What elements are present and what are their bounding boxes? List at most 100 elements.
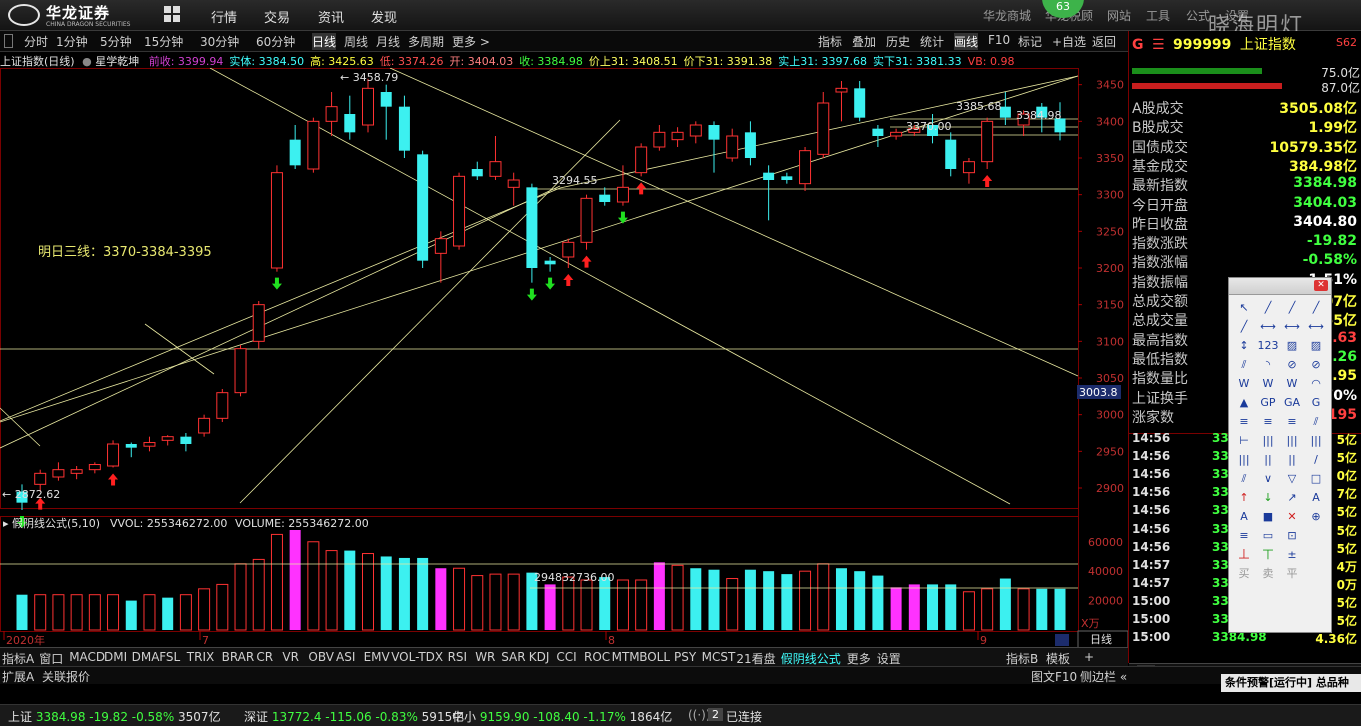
tool-8[interactable]: 返回: [1092, 33, 1116, 50]
period-3[interactable]: 15分钟: [144, 33, 183, 50]
tabs-right-2[interactable]: +: [1084, 650, 1094, 664]
menu-tools[interactable]: 工具: [1146, 7, 1170, 24]
tool-5[interactable]: F10: [988, 33, 1010, 47]
draw-tool-icon[interactable]: [1304, 564, 1328, 583]
ext-f10[interactable]: 图文F10: [1031, 668, 1077, 685]
indicator-tab-13[interactable]: VOL-TDX: [391, 650, 443, 664]
indicator-tab-8[interactable]: CR: [256, 650, 273, 664]
ext-related[interactable]: 关联报价: [42, 668, 90, 685]
index-status-1[interactable]: 深证 13772.4 -115.06 -0.83% 5915亿: [244, 708, 464, 725]
draw-tool-icon[interactable]: |||: [1232, 450, 1256, 469]
indicator-tab-11[interactable]: ASI: [336, 650, 355, 664]
draw-tool-icon[interactable]: ≡: [1232, 412, 1256, 431]
draw-tool-icon[interactable]: 123: [1256, 336, 1280, 355]
tool-1[interactable]: 叠加: [852, 33, 876, 50]
draw-tool-icon[interactable]: W: [1256, 374, 1280, 393]
tool-6[interactable]: 标记: [1018, 33, 1042, 50]
indicator-tab-5[interactable]: FSL: [159, 650, 180, 664]
draw-tool-icon[interactable]: ╱: [1280, 298, 1304, 317]
menu-market[interactable]: 行情: [211, 7, 237, 26]
period-7[interactable]: 周线: [344, 33, 368, 50]
draw-tool-icon[interactable]: □: [1304, 469, 1328, 488]
draw-tool-icon[interactable]: ⊕: [1304, 507, 1328, 526]
period-0[interactable]: 分时: [24, 33, 48, 50]
draw-tool-icon[interactable]: ≡: [1280, 412, 1304, 431]
draw-tool-icon[interactable]: ✕: [1280, 507, 1304, 526]
condition-alert[interactable]: 条件预警[运行中] 总品种: [1221, 674, 1361, 692]
draw-tool-icon[interactable]: [1304, 545, 1328, 564]
draw-tool-icon[interactable]: ◠: [1304, 374, 1328, 393]
indicator-tab-12[interactable]: EMV: [364, 650, 390, 664]
indicator-tab-4[interactable]: DMA: [132, 650, 160, 664]
draw-tool-icon[interactable]: ⟷: [1304, 317, 1328, 336]
draw-tool-icon[interactable]: [1304, 526, 1328, 545]
indicator-tab-18[interactable]: CCI: [556, 650, 576, 664]
draw-tool-icon[interactable]: ⊘: [1304, 355, 1328, 374]
draw-tool-icon[interactable]: 丅: [1256, 545, 1280, 564]
ext-sidebar[interactable]: 侧边栏 «: [1080, 668, 1127, 685]
indicator-tab-1[interactable]: 窗口: [39, 650, 63, 667]
draw-tool-icon[interactable]: ||: [1280, 450, 1304, 469]
menu-discover[interactable]: 发现: [371, 7, 397, 26]
draw-tool-icon[interactable]: ⊡: [1280, 526, 1304, 545]
indicator-tab-6[interactable]: TRIX: [187, 650, 214, 664]
draw-tool-icon[interactable]: ╱: [1256, 298, 1280, 317]
period-4[interactable]: 30分钟: [200, 33, 239, 50]
draw-tool-icon[interactable]: ⫽: [1232, 355, 1256, 374]
draw-tool-icon[interactable]: 平: [1280, 564, 1304, 583]
draw-tool-icon[interactable]: ≡: [1232, 526, 1256, 545]
menu-news[interactable]: 资讯: [318, 7, 344, 26]
indicator-tab-9[interactable]: VR: [282, 650, 299, 664]
menu-mall[interactable]: 华龙商城: [983, 7, 1031, 24]
draw-tool-icon[interactable]: ±: [1280, 545, 1304, 564]
menu-formula[interactable]: 公式: [1186, 7, 1210, 24]
indicator-tab-21[interactable]: BOLL: [639, 650, 670, 664]
draw-tool-icon[interactable]: ▭: [1256, 526, 1280, 545]
tool-0[interactable]: 指标: [818, 33, 842, 50]
draw-tool-icon[interactable]: ▽: [1280, 469, 1304, 488]
draw-tool-icon[interactable]: |||: [1280, 431, 1304, 450]
menu-trade[interactable]: 交易: [264, 7, 290, 26]
ext-a[interactable]: 扩展A: [2, 668, 34, 685]
draw-tool-icon[interactable]: A: [1232, 507, 1256, 526]
draw-tool-icon[interactable]: 卖: [1256, 564, 1280, 583]
period-1[interactable]: 1分钟: [56, 33, 88, 50]
draw-tool-icon[interactable]: 丄: [1232, 545, 1256, 564]
draw-tool-icon[interactable]: G: [1304, 393, 1328, 412]
draw-tool-icon[interactable]: ◝: [1256, 355, 1280, 374]
tool-7[interactable]: +自选: [1052, 33, 1086, 50]
indicator-tab-24[interactable]: 21看盘: [736, 650, 775, 667]
period-10[interactable]: 更多 >: [452, 33, 490, 50]
indicator-tab-25[interactable]: 假阴线公式: [781, 650, 841, 667]
index-status-2[interactable]: 中小 9159.90 -108.40 -1.17% 1864亿: [452, 708, 672, 725]
draw-tool-icon[interactable]: W: [1280, 374, 1304, 393]
indicator-tab-27[interactable]: 设置: [877, 650, 901, 667]
indicator-tab-14[interactable]: RSI: [448, 650, 468, 664]
stock-code[interactable]: 999999: [1173, 37, 1231, 53]
collapse-icon[interactable]: [4, 34, 13, 48]
index-status-0[interactable]: 上证 3384.98 -19.82 -0.58% 3507亿: [8, 708, 221, 725]
draw-tool-icon[interactable]: ↖: [1232, 298, 1256, 317]
draw-tool-icon[interactable]: ⟷: [1256, 317, 1280, 336]
draw-tool-icon[interactable]: ∨: [1256, 469, 1280, 488]
close-icon[interactable]: ✕: [1314, 280, 1328, 291]
draw-tool-icon[interactable]: 买: [1232, 564, 1256, 583]
indicator-tab-17[interactable]: KDJ: [529, 650, 550, 664]
draw-tool-icon[interactable]: ▨: [1280, 336, 1304, 355]
tabs-right-1[interactable]: 模板: [1046, 650, 1070, 667]
draw-tool-icon[interactable]: ||: [1256, 450, 1280, 469]
draw-tool-icon[interactable]: ╱: [1304, 298, 1328, 317]
draw-tool-icon[interactable]: ↕: [1232, 336, 1256, 355]
draw-tool-icon[interactable]: |||: [1256, 431, 1280, 450]
period-9[interactable]: 多周期: [408, 33, 444, 50]
draw-tool-icon[interactable]: GA: [1280, 393, 1304, 412]
draw-tool-icon[interactable]: ⟷: [1280, 317, 1304, 336]
indicator-tab-23[interactable]: MCST: [702, 650, 736, 664]
formula-name[interactable]: 星学乾坤: [95, 55, 139, 68]
indicator-tab-2[interactable]: MACD: [69, 650, 105, 664]
draw-tool-icon[interactable]: ⫽: [1232, 469, 1256, 488]
kline-chart[interactable]: 3450 3400 3350 3300 3250 3200 3150 3100 3050 3000…: [0, 68, 1128, 648]
period-5[interactable]: 60分钟: [256, 33, 295, 50]
draw-tool-icon[interactable]: ╱: [1232, 317, 1256, 336]
draw-tool-icon[interactable]: GP: [1256, 393, 1280, 412]
